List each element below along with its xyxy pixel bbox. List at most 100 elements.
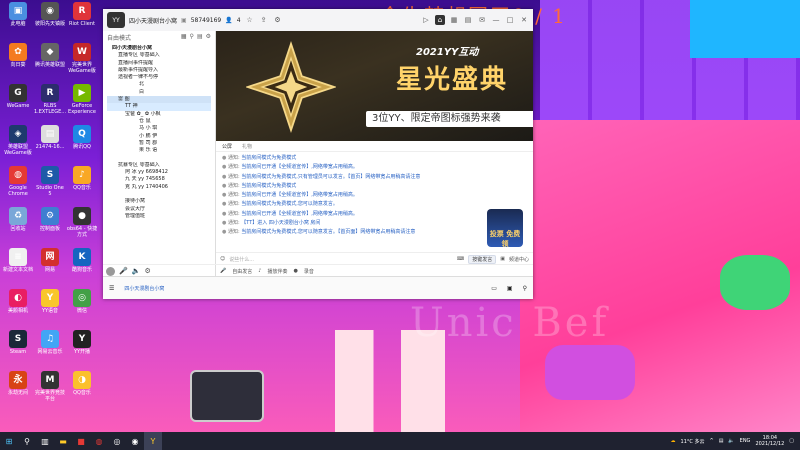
game-icon[interactable]: ▤	[463, 15, 473, 25]
video-icon[interactable]: ▭	[491, 285, 497, 292]
desktop-icon[interactable]: ◆ 腾讯英雄联盟	[34, 43, 66, 68]
volume-icon[interactable]: 🔈	[728, 438, 734, 444]
desktop-icon[interactable]: G WeGame	[2, 84, 34, 109]
channel-center-icon[interactable]: ▣	[500, 256, 505, 262]
tab-public[interactable]: 公屏	[222, 143, 232, 150]
desktop-icon[interactable]: ◑ QQ音乐	[66, 371, 98, 396]
desktop-icon[interactable]: ✿ 向日葵	[2, 43, 34, 68]
tree-item[interactable]: 马 小 琪	[107, 125, 211, 132]
tree-item[interactable]: 直播专区 零基础入	[107, 52, 211, 59]
tree-item[interactable]	[107, 154, 211, 161]
desktop-icon[interactable]: R Riot Client	[66, 2, 98, 27]
desktop-icon[interactable]: Y YY开播	[66, 330, 98, 355]
accompaniment-label[interactable]: 播放伴奏	[267, 268, 287, 275]
desktop-icon[interactable]: Y YY语音	[34, 289, 66, 314]
maximize-icon[interactable]: □	[505, 15, 515, 25]
desktop-icon[interactable]: ≡ 新建文本文档	[2, 248, 34, 273]
desktop-icon[interactable]: ◉ 彼阳先天镇版	[34, 2, 66, 27]
network-icon[interactable]: ▤	[719, 438, 724, 444]
app-icon[interactable]: ◎	[108, 432, 126, 450]
mail-icon[interactable]: ✉	[477, 15, 487, 25]
desktop-icon[interactable]: ◎ 微信	[66, 289, 98, 314]
footer-channel[interactable]: 四小天漫剧台小窝	[124, 285, 164, 292]
tree-item[interactable]: 宝爸 ✿_ ✿ 小枫	[107, 111, 211, 118]
screen-icon[interactable]: ▣	[507, 285, 513, 292]
tree-item[interactable]: 阿 冰 yy 6698412	[107, 169, 211, 176]
mic-icon[interactable]: 🎤	[119, 267, 128, 275]
desktop-icon[interactable]: ♻ 回收站	[2, 207, 34, 232]
tree-item[interactable]: 暂 司 郡	[107, 140, 211, 147]
desktop-icon[interactable]: 网网易	[34, 248, 66, 273]
search-icon[interactable]: ⚲	[523, 285, 527, 292]
tree-item[interactable]: 小 鹏 伊	[107, 133, 211, 140]
record-label[interactable]: 录音	[304, 268, 314, 275]
tree-item[interactable]: 会议大厅	[107, 206, 211, 213]
yy-taskbar-icon[interactable]: Y	[144, 432, 162, 450]
desktop-icon[interactable]: S Steam	[2, 330, 34, 355]
steam-icon[interactable]: ◉	[126, 432, 144, 450]
desktop-icon[interactable]: ♪ QQ音乐	[66, 166, 98, 191]
tree-tool-icon[interactable]: ▦	[181, 33, 187, 43]
app-red-icon[interactable]: ■	[72, 432, 90, 450]
desktop-icon[interactable]: Q 腾讯QQ	[66, 125, 98, 150]
video-icon[interactable]: ▷	[421, 15, 431, 25]
minimize-icon[interactable]: —	[491, 15, 501, 25]
close-icon[interactable]: ✕	[519, 15, 529, 25]
tree-item[interactable]: 果 乐 语	[107, 147, 211, 154]
tree-item[interactable]: TT 神	[107, 103, 211, 111]
tree-item[interactable]: 仓 鼠	[107, 118, 211, 125]
desktop-icon[interactable]: ◐ 美颜相机	[2, 289, 34, 314]
desktop-icon[interactable]: ⚙ 控制面板	[34, 207, 66, 232]
mode-label[interactable]: 自由模式	[107, 33, 131, 43]
language-indicator[interactable]: ENG	[740, 438, 751, 444]
settings-icon[interactable]: ⚙	[144, 267, 150, 275]
notification-icon[interactable]: ▢	[789, 438, 794, 444]
windows-start-icon[interactable]: ⊞	[0, 432, 18, 450]
tree-item[interactable]: 九 天 yy 745658	[107, 176, 211, 183]
tree-tool-icon[interactable]: ⚲	[190, 33, 194, 43]
desktop-icon[interactable]: ▶ GeForce Experience	[66, 84, 98, 115]
desktop-icon[interactable]: ▣ 此电脑	[2, 2, 34, 27]
app-icon[interactable]: ▦	[449, 15, 459, 25]
tool-icon[interactable]: ⌨	[457, 256, 464, 262]
record-icon[interactable]: ●	[293, 268, 297, 274]
chat-input[interactable]: 说些什么...	[229, 256, 453, 263]
search-icon[interactable]: ⚲	[18, 432, 36, 450]
tree-item[interactable]: 透视者一律不与停	[107, 74, 211, 81]
tree-item[interactable]: 抗暴专区 零基础入	[107, 162, 211, 169]
weather-text[interactable]: 11°C 多云	[681, 438, 705, 445]
free-speak-label[interactable]: 自由发言	[232, 268, 252, 275]
mic-icon[interactable]: 🎤	[220, 268, 226, 274]
desktop-icon[interactable]: ▤ 21474-16...	[34, 125, 66, 150]
tree-item[interactable]	[107, 191, 211, 198]
desktop-icon[interactable]: M 完美世界竞技平台	[34, 371, 66, 402]
tree-item[interactable]: 北	[107, 81, 211, 88]
tree-item[interactable]: 克 丸 yy 1740406	[107, 184, 211, 191]
tree-item[interactable]: 管理值班	[107, 213, 211, 220]
desktop-icon[interactable]: ● obs64 - 快捷方式	[66, 207, 98, 238]
music-icon[interactable]: ♪	[258, 268, 261, 274]
tray-arrow-icon[interactable]: ^	[709, 438, 713, 444]
task-view-icon[interactable]: ▥	[36, 432, 54, 450]
yy-titlebar[interactable]: YY 四小天漫剧台小窝 ▣ 58749169 👤 4 ☆ ⇪ ⚙ ▷ ⌂ ▦ ▤…	[103, 9, 533, 32]
home-icon[interactable]: ⌂	[435, 15, 445, 25]
menu-icon[interactable]: ☰	[109, 285, 114, 292]
desktop-icon[interactable]: S Studio One 5	[34, 166, 66, 197]
tree-item[interactable]: 接待小窝	[107, 198, 211, 205]
tree-item[interactable]: 四小天漫剧台小窝	[107, 45, 211, 52]
tree-item[interactable]: 直播间事件提醒	[107, 60, 211, 67]
weather-icon[interactable]: ☁	[671, 438, 676, 444]
star-icon[interactable]: ☆	[245, 15, 255, 25]
share-icon[interactable]: ⇪	[259, 15, 269, 25]
tree-tool-icon[interactable]: ⚙	[206, 33, 211, 43]
tree-item[interactable]: 雷 图	[107, 96, 211, 104]
avatar[interactable]	[106, 266, 115, 276]
speak-button[interactable]: 按键发言	[468, 254, 497, 264]
channel-center-link[interactable]: 频道中心	[509, 256, 529, 263]
desktop-icon[interactable]: ◍ Google Chrome	[2, 166, 34, 197]
desktop-icon[interactable]: W 完美世界 WeGame版	[66, 43, 98, 74]
desktop-icon[interactable]: ◈ 英雄联盟WeGame版	[2, 125, 34, 156]
desktop-icon[interactable]: R RLBS 1.EXTLEGE...	[34, 84, 66, 115]
tab-gift[interactable]: 礼物	[242, 143, 252, 150]
desktop-icon[interactable]: 永永劫无间	[2, 371, 34, 396]
